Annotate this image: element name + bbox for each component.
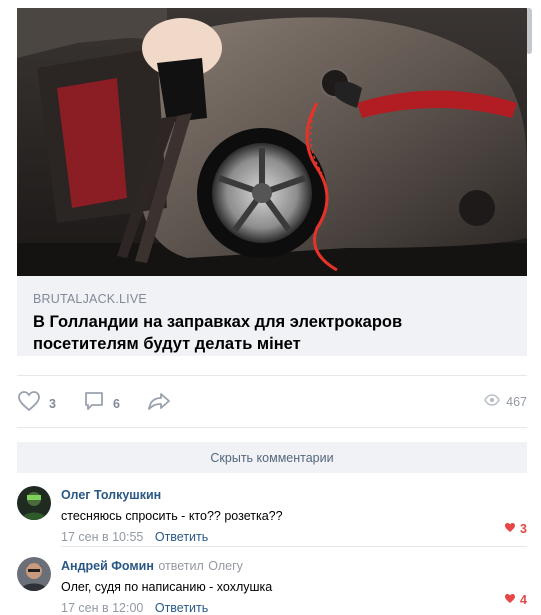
comment-like-button[interactable]: 3: [504, 522, 527, 536]
eye-icon: [484, 393, 500, 411]
heart-icon: [17, 390, 41, 417]
comment-like-count: 3: [520, 522, 527, 536]
hide-comments-button[interactable]: Скрыть комментарии: [17, 442, 527, 473]
post-actions: 3 6 467: [17, 385, 527, 417]
comment-meta: 17 сен в 10:55 Ответить: [61, 530, 527, 544]
divider: [17, 427, 527, 428]
views-counter: 467: [484, 393, 527, 411]
comment-text: стесняюсь спросить - кто?? розетка??: [61, 509, 283, 523]
car-photo: [17, 8, 527, 276]
like-count: 3: [49, 396, 56, 411]
comment-time[interactable]: 17 сен в 12:00: [61, 601, 143, 615]
avatar[interactable]: [17, 486, 51, 520]
heart-filled-icon: [504, 593, 516, 607]
comment-time[interactable]: 17 сен в 10:55: [61, 530, 143, 544]
comment-author[interactable]: Олег Толкушкин: [61, 488, 161, 502]
comment-body: Олег Толкушкин стесняюсь спросить - кто?…: [61, 486, 527, 544]
avatar[interactable]: [17, 557, 51, 591]
comment-author[interactable]: Андрей Фомин: [61, 559, 154, 573]
share-icon: [147, 390, 171, 417]
link-card[interactable]: BRUTALJACK.LIVE В Голландии на заправках…: [17, 276, 527, 356]
reply-prefix: ответил: [158, 559, 204, 573]
comment-icon: [83, 390, 105, 417]
link-domain: BRUTALJACK.LIVE: [33, 292, 147, 306]
divider: [17, 375, 527, 376]
comment-item: Олег Толкушкин стесняюсь спросить - кто?…: [17, 486, 527, 544]
like-button[interactable]: 3: [17, 390, 56, 417]
share-button[interactable]: [147, 390, 171, 417]
reply-to-link[interactable]: Олегу: [208, 559, 243, 573]
comment-item: Андрей Фомин ответил Олегу Олег, судя по…: [17, 557, 527, 615]
comment-like-button[interactable]: 4: [504, 593, 527, 607]
heart-filled-icon: [504, 522, 516, 536]
comment-text: Олег, судя по написанию - хохлушка: [61, 580, 273, 594]
comment-body: Андрей Фомин ответил Олегу Олег, судя по…: [61, 557, 527, 615]
comment-button[interactable]: 6: [83, 390, 120, 417]
reply-button[interactable]: Ответить: [155, 601, 208, 615]
link-title[interactable]: В Голландии на заправках для электрокаро…: [33, 311, 503, 355]
divider: [61, 546, 527, 547]
comment-like-count: 4: [520, 593, 527, 607]
comment-count: 6: [113, 396, 120, 411]
comment-meta: 17 сен в 12:00 Ответить: [61, 601, 527, 615]
views-count: 467: [506, 395, 527, 409]
post-image[interactable]: [17, 8, 527, 276]
reply-button[interactable]: Ответить: [155, 530, 208, 544]
